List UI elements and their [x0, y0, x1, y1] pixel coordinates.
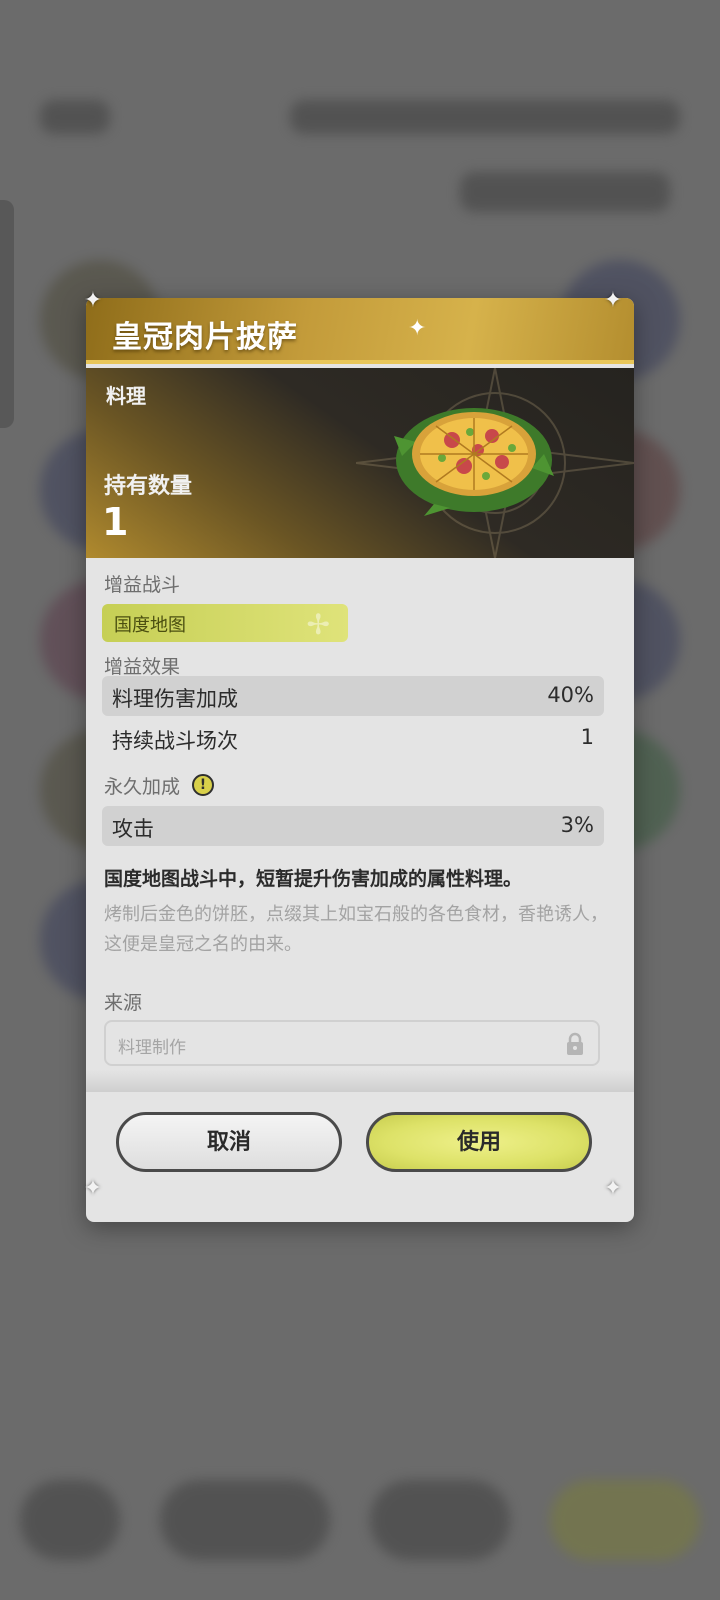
stat-row: 持续战斗场次 1: [102, 718, 604, 758]
corner-ornament-icon: ✦: [603, 1176, 623, 1201]
bg-element: [460, 172, 670, 212]
use-button[interactable]: 使用: [366, 1112, 592, 1172]
permanent-bonus-label: 永久加成: [104, 776, 181, 798]
item-detail-dialog: 皇冠肉片披萨 ✦ 料理 持有数量 1 增益战斗 国度地图 ✢ 增益效果 料理伤害…: [86, 298, 634, 1222]
item-category: 料理: [106, 384, 146, 408]
stat-name: 料理伤害加成: [112, 687, 238, 711]
lock-icon: [567, 1032, 583, 1055]
buff-effect-label: 增益效果: [104, 656, 181, 678]
bg-element: [370, 1480, 510, 1560]
item-header: 料理 持有数量 1: [86, 368, 634, 558]
stat-name: 持续战斗场次: [112, 729, 238, 753]
stat-value: 3%: [560, 813, 594, 837]
tag-decoration-icon: ✢: [306, 608, 330, 641]
bg-element: [40, 100, 110, 134]
buff-battle-tag-text: 国度地图: [114, 615, 186, 636]
stat-value: 40%: [547, 683, 594, 707]
owned-count-label: 持有数量: [104, 474, 193, 499]
item-summary: 国度地图战斗中，短暂提升伤害加成的属性料理。: [104, 868, 523, 890]
corner-ornament-icon: ✦: [83, 288, 103, 313]
corner-ornament-icon: ✦: [603, 288, 623, 313]
owned-count-value: 1: [102, 500, 129, 544]
bg-element: [290, 100, 680, 134]
buff-battle-label: 增益战斗: [104, 574, 181, 596]
stat-value: 1: [580, 725, 594, 749]
title-bar: 皇冠肉片披萨 ✦: [86, 298, 634, 364]
sparkle-icon: ✦: [408, 316, 427, 341]
bg-element: [20, 1480, 120, 1560]
bg-element: [550, 1480, 700, 1560]
stat-name: 攻击: [112, 817, 154, 841]
info-icon[interactable]: !: [192, 774, 214, 796]
item-flavor-text: 烤制后金色的饼胚，点缀其上如宝石般的各色食材，香艳诱人，这便是皇冠之名的由来。: [104, 904, 608, 955]
bg-element: [160, 1480, 330, 1560]
source-field[interactable]: 料理制作: [104, 1020, 600, 1066]
source-value: 料理制作: [118, 1038, 186, 1058]
cancel-button[interactable]: 取消: [116, 1112, 342, 1172]
stat-row: 攻击 3%: [102, 806, 604, 846]
section-divider: [86, 1070, 634, 1092]
side-drawer-handle[interactable]: [0, 200, 14, 428]
corner-ornament-icon: ✦: [83, 1176, 103, 1201]
source-label: 来源: [104, 992, 143, 1014]
buff-battle-tag: 国度地图 ✢: [102, 604, 348, 642]
stat-row: 料理伤害加成 40%: [102, 676, 604, 716]
pizza-item-icon: [394, 408, 554, 516]
item-title: 皇冠肉片披萨: [112, 320, 298, 355]
